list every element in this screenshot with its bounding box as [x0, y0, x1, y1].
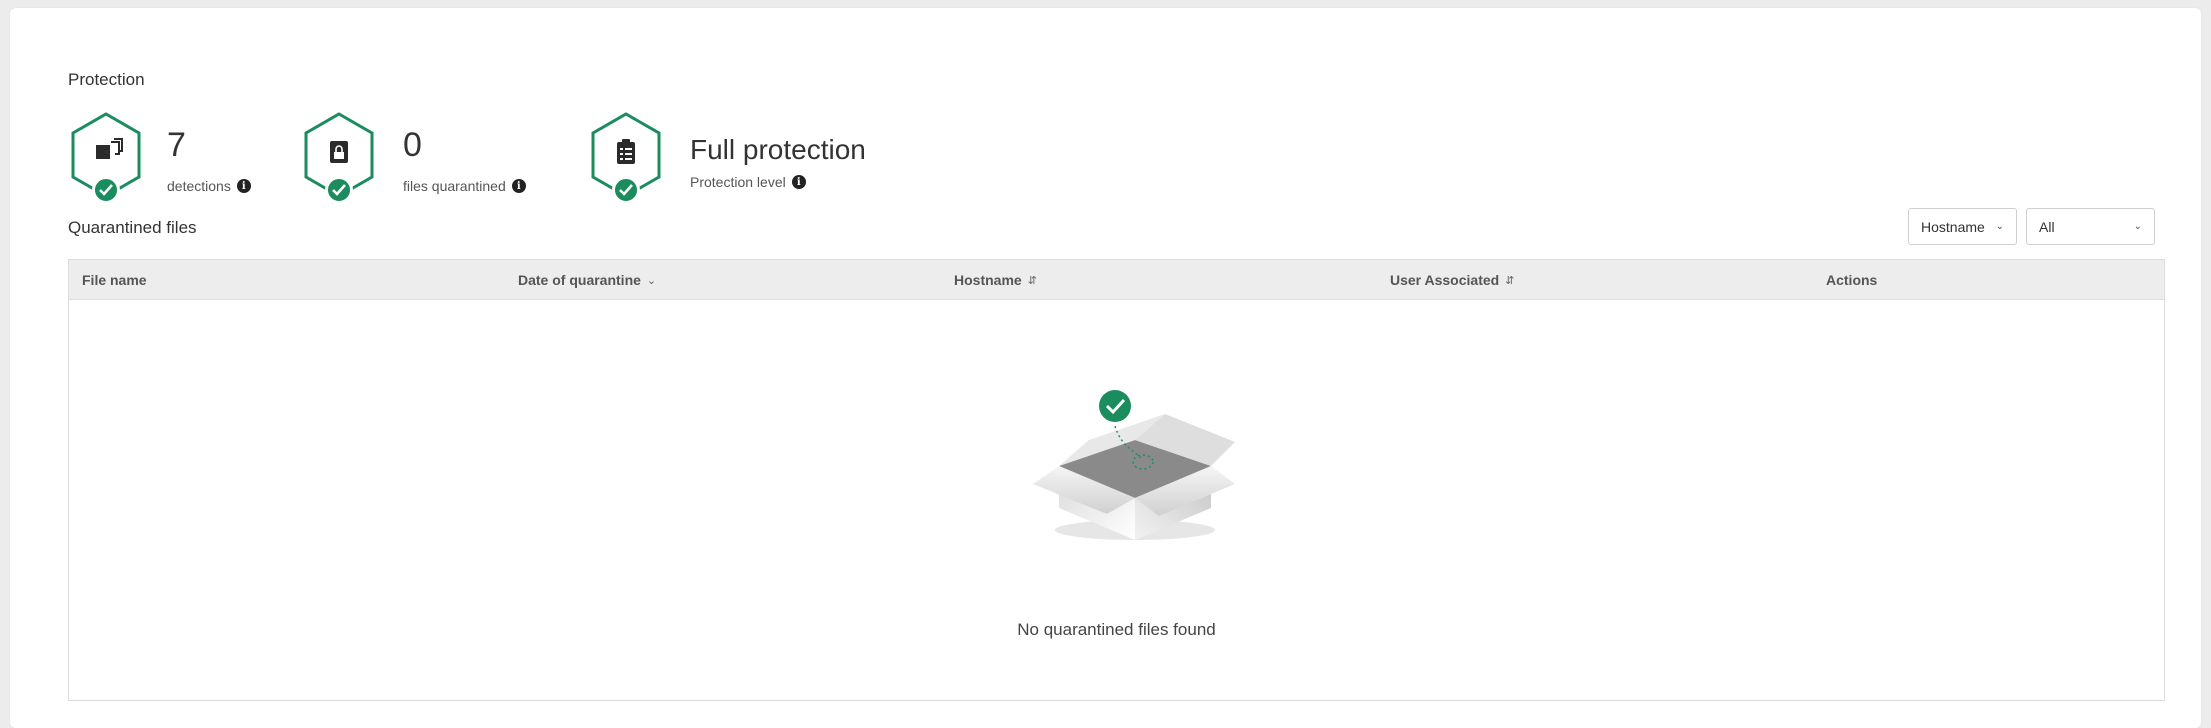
- quarantine-table: File name Date of quarantine ⌄ Hostname …: [68, 259, 2165, 701]
- check-badge-icon: [325, 176, 353, 204]
- check-badge-icon: [92, 176, 120, 204]
- protection-level-label: Protection level i: [690, 174, 806, 190]
- stat-protection-level: Full protection Protection level i: [590, 112, 930, 204]
- column-hostname[interactable]: Hostname ⇵: [954, 260, 1037, 300]
- protection-level-label-text: Protection level: [690, 174, 786, 190]
- quarantined-label-text: files quarantined: [403, 178, 506, 194]
- sort-icon[interactable]: ⇵: [1505, 274, 1514, 287]
- column-label: Actions: [1826, 272, 1878, 288]
- column-label: Hostname: [954, 272, 1022, 288]
- clipboard-list-icon: [617, 139, 635, 164]
- empty-state: No quarantined files found: [69, 300, 2164, 700]
- info-icon[interactable]: i: [236, 179, 251, 193]
- column-label: File name: [82, 272, 147, 288]
- quarantined-files-title: Quarantined files: [68, 218, 197, 237]
- column-date-of-quarantine[interactable]: Date of quarantine ⌄: [518, 260, 656, 300]
- detections-label: detections i: [167, 178, 251, 194]
- stat-files-quarantined: 0 files quarantined i: [303, 112, 563, 204]
- check-badge-icon: [612, 176, 640, 204]
- empty-message: No quarantined files found: [1017, 620, 1216, 639]
- column-file-name: File name: [82, 260, 147, 300]
- detections-label-text: detections: [167, 178, 231, 194]
- stat-detections: 7 detections i: [70, 112, 270, 204]
- sort-icon[interactable]: ⇵: [1028, 274, 1037, 287]
- detections-count: 7: [167, 126, 186, 164]
- quarantined-count: 0: [403, 126, 422, 164]
- filter-field-select[interactable]: Hostname ⌄: [1908, 208, 2017, 245]
- column-user-associated[interactable]: User Associated ⇵: [1390, 260, 1514, 300]
- quarantined-label: files quarantined i: [403, 178, 526, 194]
- locked-file-icon: [330, 141, 348, 163]
- table-header: File name Date of quarantine ⌄ Hostname …: [69, 260, 2164, 300]
- column-label: User Associated: [1390, 272, 1500, 288]
- filter-value-value: All: [2039, 218, 2055, 235]
- column-label: Date of quarantine: [518, 272, 641, 288]
- main-card: Protection 7 detections i 0 files quaran…: [10, 8, 2201, 728]
- chevron-down-icon: ⌄: [1995, 221, 2004, 232]
- empty-box-illustration: [1033, 390, 1235, 540]
- sort-descending-icon[interactable]: ⌄: [647, 274, 656, 287]
- info-icon[interactable]: i: [511, 179, 526, 193]
- info-icon[interactable]: i: [791, 175, 806, 189]
- check-circle-icon: [1099, 390, 1131, 422]
- column-actions: Actions: [1826, 260, 1877, 300]
- filter-field-value: Hostname: [1921, 218, 1985, 235]
- filter-value-select[interactable]: All ⌄: [2026, 208, 2155, 245]
- protection-level-value: Full protection: [690, 134, 866, 165]
- protection-title: Protection: [68, 70, 145, 89]
- chevron-down-icon: ⌄: [2133, 221, 2142, 232]
